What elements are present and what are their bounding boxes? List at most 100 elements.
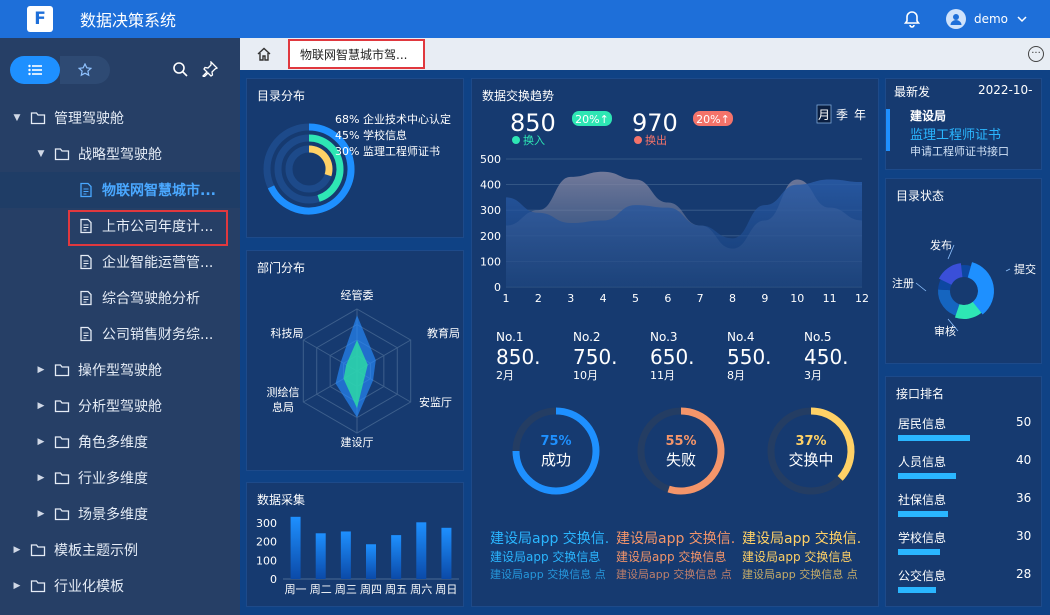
- sidebar-item-13[interactable]: ▶ 行业化模板: [0, 568, 240, 604]
- rank-value: 850.: [496, 345, 541, 369]
- document-icon: [80, 254, 92, 270]
- iface-item-bar: [898, 435, 970, 441]
- status-segment-2: [938, 289, 962, 317]
- top-right-tools: demo: [902, 0, 1028, 38]
- status-segment-indigo: [938, 263, 963, 286]
- iface-item-value: 28: [1016, 567, 1032, 581]
- search-icon[interactable]: [172, 61, 188, 77]
- sidebar-item-5[interactable]: 综合驾驶舱分析: [0, 280, 240, 316]
- caret-right-icon[interactable]: ▶: [36, 401, 46, 411]
- sidebar-item-10[interactable]: ▶ 行业多维度: [0, 460, 240, 496]
- rank-value: 750.: [573, 345, 618, 369]
- tab-bar: 物联网智慧城市驾... ···: [240, 38, 1050, 70]
- folder-icon: [54, 508, 70, 521]
- period-toggle-1[interactable]: 季: [836, 108, 848, 122]
- trend-ytick: 0: [494, 281, 501, 294]
- exchange-in-value: 850: [510, 109, 556, 137]
- tab-iot-smart-city[interactable]: 物联网智慧城市驾...: [288, 39, 425, 69]
- latest-doc[interactable]: 监理工程师证书: [910, 124, 1001, 143]
- folder-icon: [54, 148, 70, 161]
- bar-3: [366, 544, 376, 579]
- trend-ytick: 400: [480, 179, 501, 192]
- caret-down-icon[interactable]: ▼: [12, 113, 22, 123]
- sidebar-item-12[interactable]: ▶ 模板主题示例: [0, 532, 240, 568]
- department-radar-chart: 经管委教育局安监厅建设厅 测绘信息局 科技局: [267, 288, 461, 449]
- trend-xtick: 8: [729, 292, 736, 305]
- sidebar-header: [0, 38, 240, 100]
- favorites-tab-button[interactable]: [60, 56, 110, 84]
- radar-axis-label: 测绘信: [267, 385, 300, 399]
- app-logo[interactable]: F: [27, 6, 53, 32]
- sidebar-item-6[interactable]: 公司销售财务综...: [0, 316, 240, 352]
- caret-right-icon[interactable]: ▶: [12, 581, 22, 591]
- bar-xtick: 周四: [360, 583, 382, 596]
- bar-xtick: 周六: [410, 583, 432, 596]
- caret-right-icon[interactable]: ▶: [36, 473, 46, 483]
- ring-label: 成功: [541, 451, 571, 469]
- iface-item-label: 人员信息: [898, 455, 947, 469]
- sidebar-item-label: 操作型驾驶舱: [78, 363, 162, 379]
- latest-accent-bar: [886, 109, 890, 151]
- list-icon: [28, 64, 42, 76]
- app-title: 数据决策系统: [80, 11, 177, 30]
- iface-item-value: 30: [1016, 529, 1032, 543]
- sidebar-item-11[interactable]: ▶ 场景多维度: [0, 496, 240, 532]
- trend-ytick: 100: [480, 255, 501, 268]
- home-button[interactable]: [240, 38, 288, 70]
- bar-ytick: 200: [256, 536, 277, 549]
- marquee-text: 建设局app 交换信.: [742, 530, 861, 547]
- document-icon: [80, 326, 92, 342]
- bar-ytick: 100: [256, 554, 277, 567]
- sidebar-item-0[interactable]: ▼ 管理驾驶舱: [0, 100, 240, 136]
- caret-right-icon[interactable]: ▶: [36, 365, 46, 375]
- caret-right-icon[interactable]: ▶: [36, 437, 46, 447]
- folder-icon: [30, 112, 46, 125]
- bar-ytick: 0: [270, 573, 277, 586]
- period-toggle-0[interactable]: 月: [818, 108, 830, 122]
- catalog-legend-pct: 45%: [335, 129, 359, 142]
- radar-axis-label: 教育局: [427, 326, 460, 340]
- in-dot: [512, 136, 520, 144]
- folder-icon: [30, 580, 46, 593]
- catalog-distribution-panel: 目录分布 68% 企业技术中心认定 45% 学校信息 30% 监理工程师证书: [246, 78, 464, 238]
- sidebar-item-2[interactable]: 物联网智慧城市...: [0, 172, 240, 208]
- exchange-out-label: 换出: [645, 133, 667, 147]
- marquee-text: 建设局app 交换信.: [490, 530, 609, 547]
- sidebar-item-9[interactable]: ▶ 角色多维度: [0, 424, 240, 460]
- directory-tab-button[interactable]: [10, 56, 60, 84]
- trend-ytick: 200: [480, 230, 501, 243]
- catalog-legend-pct: 30%: [335, 145, 359, 158]
- catalog-ring-chart: 68% 企业技术中心认定 45% 学校信息 30% 监理工程师证书: [263, 112, 451, 215]
- iface-item-value: 36: [1016, 491, 1032, 505]
- bell-icon[interactable]: [902, 9, 922, 29]
- caret-right-icon[interactable]: ▶: [12, 545, 22, 555]
- bar-4: [391, 535, 402, 579]
- iface-item-bar: [898, 473, 956, 479]
- pin-icon[interactable]: [202, 61, 218, 77]
- sidebar-item-1[interactable]: ▼ 战略型驾驶舱: [0, 136, 240, 172]
- ring-label: 失败: [666, 451, 696, 469]
- user-avatar[interactable]: [945, 9, 966, 29]
- trend-xtick: 11: [823, 292, 837, 305]
- latest-title: 最新发: [894, 85, 931, 99]
- sidebar-item-4[interactable]: 企业智能运营管...: [0, 244, 240, 280]
- out-dot: [634, 136, 642, 144]
- rank-no: No.4: [727, 330, 755, 344]
- chevron-down-icon[interactable]: [1016, 13, 1028, 25]
- sidebar-item-8[interactable]: ▶ 分析型驾驶舱: [0, 388, 240, 424]
- exchange-trend-panel: 数据交换趋势 850 20%↑ 换入 970 20%↑ 换出月季年 500 400 300 200…: [471, 78, 879, 607]
- sidebar-item-7[interactable]: ▶ 操作型驾驶舱: [0, 352, 240, 388]
- bar-2: [340, 531, 351, 579]
- caret-right-icon[interactable]: ▶: [36, 509, 46, 519]
- star-icon: [78, 63, 92, 77]
- document-icon: [80, 182, 92, 198]
- rank-month: 11月: [650, 369, 675, 382]
- period-toggle-2[interactable]: 年: [854, 108, 866, 122]
- user-name[interactable]: demo: [974, 12, 1008, 26]
- more-options-icon[interactable]: ···: [1028, 46, 1044, 62]
- sidebar: ▼ 管理驾驶舱 ▼ 战略型驾驶舱 物联网智慧城市... 上市公司年度计... 企业智能运营管…: [0, 38, 240, 615]
- trend-xtick: 7: [697, 292, 704, 305]
- bar-xtick: 周五: [385, 583, 407, 596]
- sidebar-item-label: 公司销售财务综...: [102, 327, 214, 343]
- caret-down-icon[interactable]: ▼: [36, 149, 46, 159]
